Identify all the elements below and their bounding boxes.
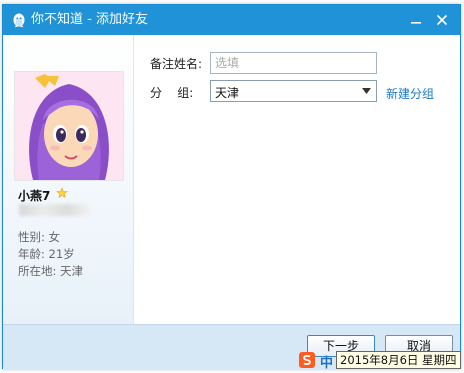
remark-input[interactable]: [210, 52, 377, 74]
add-friend-dialog: 你不知道 - 添加好友 小燕7 性别: 女 年龄: 21岁 所在地: 天津 备注…: [2, 4, 461, 370]
title-bar[interactable]: 你不知道 - 添加好友: [3, 5, 460, 35]
sogou-icon[interactable]: [299, 352, 315, 368]
window-title: 你不知道 - 添加好友: [31, 12, 148, 27]
group-label: 分 组:: [150, 86, 194, 100]
star-icon: [56, 187, 68, 199]
ime-status-bar: 中 2015年8月6日 星期四: [296, 349, 464, 371]
group-select[interactable]: 天津: [210, 80, 377, 102]
avatar-image: [15, 72, 123, 180]
chevron-down-icon[interactable]: [362, 88, 371, 94]
avatar: [14, 71, 124, 181]
new-group-link[interactable]: 新建分组: [386, 85, 434, 102]
close-icon[interactable]: [434, 12, 450, 28]
blurred-account-id: [19, 204, 91, 216]
date-tooltip: 2015年8月6日 星期四: [336, 351, 461, 369]
age-info: 年龄: 21岁: [18, 247, 75, 261]
ime-mode-indicator[interactable]: 中: [320, 352, 333, 371]
group-selected-value: 天津: [215, 86, 240, 100]
dialog-content: 小燕7 性别: 女 年龄: 21岁 所在地: 天津 备注姓名: 分 组: 天津 …: [3, 35, 460, 324]
penguin-icon: [13, 13, 25, 28]
remark-label: 备注姓名:: [150, 57, 203, 71]
gender-info: 性别: 女: [18, 230, 61, 244]
minimize-icon[interactable]: [408, 12, 424, 28]
location-info: 所在地: 天津: [18, 264, 84, 278]
profile-panel: 小燕7 性别: 女 年龄: 21岁 所在地: 天津: [3, 35, 134, 324]
nickname: 小燕7: [18, 189, 51, 203]
